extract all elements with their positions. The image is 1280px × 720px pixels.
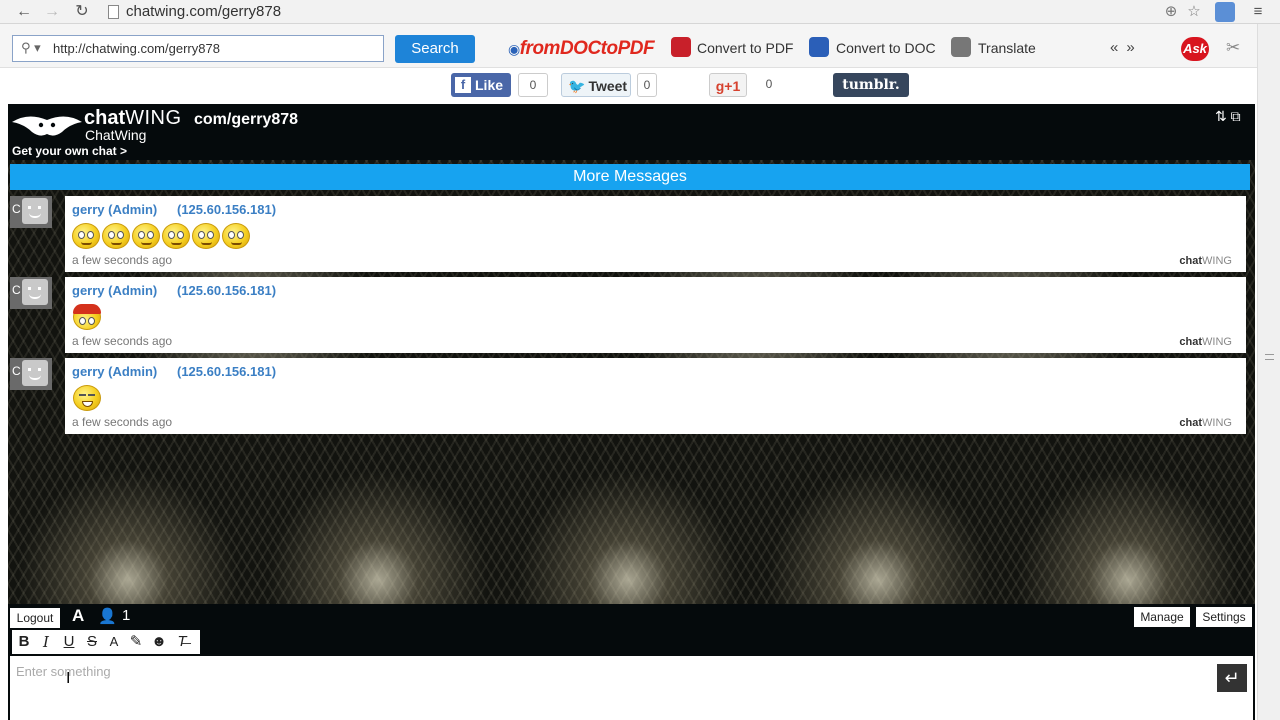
message-timestamp: a few seconds ago [72,415,173,429]
message-placeholder: Enter something [16,664,111,679]
tweet-label: Tweet [588,78,628,94]
smiley-emoji-icon [222,223,250,249]
send-icon[interactable]: ↵ [1217,664,1247,692]
menu-icon[interactable]: ≡ [1248,2,1268,22]
convert-doc-link[interactable]: Convert to DOC [836,40,936,56]
smiley-emoji-icon [132,223,160,249]
chatwing-logo-icon [12,116,82,136]
doc-icon [809,37,829,57]
strikethrough-button[interactable]: S [82,632,102,652]
page-icon [108,5,119,19]
get-own-chat-link[interactable]: Get your own chat > [12,144,127,158]
avatar[interactable]: C [10,277,52,309]
text-color-button[interactable]: A [104,632,124,652]
forward-icon[interactable]: → [42,2,62,22]
message-author[interactable]: gerry (Admin) [72,202,157,217]
chat-message: gerry (Admin) (125.60.156.181) a few sec… [65,277,1246,353]
gplus-button[interactable]: g+1 [709,73,747,97]
smiley-emoji-icon [72,223,100,249]
chat-brand-url: com/gerry878 [194,111,299,128]
composer-toolbar: Logout A 👤 1 Manage Settings B I U S A ✎… [8,604,1255,656]
message-ip: (125.60.156.181) [177,202,277,217]
message-author[interactable]: gerry (Admin) [72,283,157,298]
toolbar-search-value: http://chatwing.com/gerry878 [53,41,220,56]
text-cursor-icon: I [66,670,71,687]
highlight-icon[interactable]: ✎ [126,632,146,652]
search-button[interactable]: Search [395,35,475,63]
message-ip: (125.60.156.181) [177,283,277,298]
chat-brand-subtitle: ChatWing [85,127,147,143]
like-label: Like [475,77,504,93]
emoticon-icon[interactable]: ☻ [149,632,169,652]
users-icon[interactable]: 👤 [98,607,117,625]
logo-ring-icon: ◉ [508,41,520,57]
chatwing-watermark: chatWING [1179,417,1232,429]
facebook-like-button[interactable]: f Like [451,73,511,97]
ask-logo[interactable]: Ask [1181,37,1209,61]
gplus-count: 0 [754,73,784,97]
like-count: 0 [518,73,548,97]
facebook-icon: f [455,77,471,93]
underline-button[interactable]: U [59,632,79,652]
laughing-emoji-icon [73,385,101,411]
back-icon[interactable]: ← [14,2,34,22]
reload-icon[interactable]: ↻ [72,2,92,22]
message-timestamp: a few seconds ago [72,253,173,267]
popout-icon[interactable]: ⇅ ⧉ [1215,108,1241,125]
page-scrollbar[interactable] [1257,24,1280,720]
social-bar: f Like 0 🐦 Tweet 0 g+1 0 tumblr. [0,68,1280,104]
italic-button[interactable]: I [36,632,56,652]
chat-widget: chatWING com/gerry878 ChatWing Get your … [8,104,1255,720]
smiley-emoji-icon [162,223,190,249]
chat-message: gerry (Admin) (125.60.156.181) a few sec… [65,358,1246,434]
online-user-count: 1 [122,607,131,624]
toolbar-scroll-arrows[interactable]: «» [1110,39,1143,56]
smiley-emoji-icon [192,223,220,249]
scrollbar-grip[interactable] [1265,354,1274,360]
search-toolbar: ⚲ ▾ http://chatwing.com/gerry878 Search … [0,24,1280,68]
fromdoc-logo-text: fromDOCtoPDF [519,38,655,59]
browser-address-bar: ← → ↻ chatwing.com/gerry878 ⊕ ☆ ≡ [0,0,1280,24]
tools-icon[interactable]: ✂ [1226,38,1240,58]
message-timestamp: a few seconds ago [72,334,173,348]
message-author[interactable]: gerry (Admin) [72,364,157,379]
manage-button[interactable]: Manage [1134,607,1190,627]
clear-format-icon[interactable]: T̶ [172,632,192,652]
message-ip: (125.60.156.181) [177,364,277,379]
star-icon[interactable]: ☆ [1184,2,1204,22]
message-input[interactable]: Enter something ↵ [10,656,1253,720]
chat-message: gerry (Admin) (125.60.156.181) a few sec… [65,196,1246,272]
convert-pdf-link[interactable]: Convert to PDF [697,40,793,56]
settings-button[interactable]: Settings [1196,607,1252,627]
twitter-icon: 🐦 [568,78,586,94]
url-field[interactable]: chatwing.com/gerry878 [126,3,281,20]
chatwing-watermark: chatWING [1179,336,1232,348]
format-toolbar: B I U S A ✎ ☻ T̶ [12,630,200,654]
cap-emoji-icon [73,304,101,330]
bold-button[interactable]: B [14,632,34,652]
tweet-count: 0 [637,73,657,97]
more-messages-button[interactable]: More Messages [10,164,1250,190]
translate-link[interactable]: Translate [978,40,1036,56]
tweet-button[interactable]: 🐦 Tweet [561,73,631,97]
smiley-emoji-icon [102,223,130,249]
toolbar-search-input[interactable]: ⚲ ▾ http://chatwing.com/gerry878 [12,35,384,62]
avatar[interactable]: C [10,196,52,228]
zoom-icon[interactable]: ⊕ [1161,2,1181,22]
search-icon: ⚲ ▾ [21,40,41,55]
avatar[interactable]: C [10,358,52,390]
extension-icon[interactable] [1215,2,1235,22]
chatwing-watermark: chatWING [1179,255,1232,267]
pdf-icon [671,37,691,57]
tumblr-button[interactable]: tumblr. [833,73,909,97]
fromdoc-logo[interactable]: ◉fromDOCtoPDF [508,38,655,60]
translate-icon [951,37,971,57]
font-size-icon[interactable]: A [72,606,84,626]
logout-button[interactable]: Logout [10,608,60,628]
